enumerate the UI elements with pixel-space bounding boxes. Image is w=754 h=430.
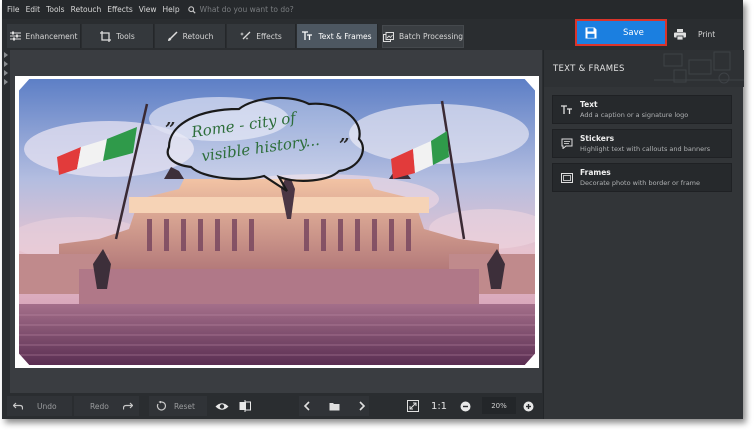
frame-icon — [561, 172, 573, 183]
panel-item-desc: Add a caption or a signature logo — [580, 111, 689, 119]
zoom-out-icon — [460, 401, 470, 411]
fit-screen-icon — [407, 400, 419, 412]
search-box[interactable]: What do you want to do? — [187, 5, 294, 14]
search-icon — [187, 5, 196, 14]
panel-item-frames[interactable]: Frames Decorate photo with border or fra… — [552, 163, 732, 192]
redo-button[interactable]: Redo — [74, 396, 139, 416]
text-icon — [302, 31, 313, 40]
undo-button[interactable]: Undo — [7, 396, 72, 416]
menu-edit[interactable]: Edit — [26, 5, 41, 14]
chevron-right-icon — [4, 70, 8, 76]
tab-retouch-label: Retouch — [182, 31, 214, 41]
chevron-left-icon[interactable] — [303, 401, 311, 411]
left-collapse-strip[interactable] — [2, 50, 10, 393]
tab-retouch[interactable]: Retouch — [155, 24, 226, 48]
save-button[interactable]: Save — [575, 19, 667, 46]
chevron-right-icon[interactable] — [358, 401, 366, 411]
sliders-icon — [9, 31, 21, 41]
panel-item-desc: Highlight text with callouts and banners — [580, 145, 711, 153]
tab-text-frames[interactable]: Text & Frames — [297, 24, 378, 48]
redo-icon — [122, 402, 133, 410]
search-placeholder[interactable]: What do you want to do? — [200, 5, 294, 14]
printer-icon — [674, 29, 686, 40]
undo-icon — [13, 402, 23, 410]
panel-header: TEXT & FRAMES — [544, 50, 744, 87]
brush-icon — [167, 30, 178, 41]
fit-to-screen-button[interactable] — [405, 396, 421, 416]
reset-label: Reset — [174, 401, 195, 411]
panel-item-title: Stickers — [580, 134, 615, 143]
menu-file[interactable]: File — [7, 5, 20, 14]
panel-title: TEXT & FRAMES — [553, 64, 625, 74]
edited-photo[interactable]: ” ” Rome - city of visible history... — [19, 79, 535, 365]
batch-processing-label: Batch Processing — [399, 32, 463, 41]
quote-close: ” — [339, 135, 350, 156]
menu-help[interactable]: Help — [163, 5, 180, 14]
floppy-disk-icon — [585, 27, 597, 38]
tab-tools[interactable]: Tools — [82, 24, 154, 48]
compare-icon — [239, 400, 251, 412]
folder-icon[interactable] — [329, 402, 340, 411]
batch-icon — [383, 31, 394, 42]
file-navigation — [299, 396, 369, 416]
text-icon — [561, 104, 572, 114]
crop-icon — [100, 30, 112, 42]
compare-button[interactable] — [236, 396, 254, 416]
actual-size-button[interactable]: 1:1 — [430, 396, 448, 416]
chevron-right-icon — [4, 52, 8, 58]
tab-effects[interactable]: Effects — [227, 24, 296, 48]
print-button[interactable]: Print — [670, 22, 738, 47]
zoom-out-button[interactable] — [458, 396, 472, 416]
photo-frame: ” ” Rome - city of visible history... — [15, 76, 539, 368]
panel-item-title: Text — [580, 100, 598, 109]
tab-text-frames-label: Text & Frames — [318, 31, 372, 41]
zoom-value-field[interactable]: 20% — [482, 397, 516, 414]
print-label: Print — [698, 30, 716, 39]
zoom-in-icon — [523, 401, 533, 411]
panel-item-text[interactable]: Text Add a caption or a signature logo — [552, 95, 732, 124]
preview-button[interactable] — [213, 396, 231, 416]
batch-processing-button[interactable]: Batch Processing — [382, 25, 464, 48]
bottom-toolbar: Undo Redo Reset 1:1 — [2, 393, 543, 419]
reset-icon — [156, 401, 166, 411]
chevron-right-icon — [4, 79, 8, 85]
panel-item-desc: Decorate photo with border or frame — [580, 179, 701, 187]
tab-enhancement-label: Enhancement — [25, 31, 78, 41]
tab-effects-label: Effects — [256, 31, 282, 41]
tab-tools-label: Tools — [116, 31, 135, 41]
undo-label: Undo — [37, 401, 57, 411]
reset-button[interactable]: Reset — [149, 396, 207, 416]
quote-open: ” — [165, 119, 176, 140]
photo-canvas[interactable]: ” ” Rome - city of visible history... — [10, 50, 542, 393]
menu-effects[interactable]: Effects — [107, 5, 133, 14]
panel-item-stickers[interactable]: Stickers Highlight text with callouts an… — [552, 129, 732, 158]
text-frames-panel: TEXT & FRAMES Text Add a caption or a si… — [543, 50, 744, 419]
sticker-icon — [561, 138, 573, 149]
zoom-in-button[interactable] — [521, 396, 535, 416]
magic-wand-icon — [240, 31, 251, 40]
save-label: Save — [623, 27, 644, 38]
redo-label: Redo — [90, 401, 109, 411]
tab-enhancement[interactable]: Enhancement — [7, 24, 81, 48]
chevron-right-icon — [4, 61, 8, 67]
menu-view[interactable]: View — [139, 5, 157, 14]
menu-bar: File Edit Tools Retouch Effects View Hel… — [2, 0, 743, 19]
eye-icon — [215, 402, 229, 410]
menu-retouch[interactable]: Retouch — [71, 5, 102, 14]
menu-tools[interactable]: Tools — [46, 5, 64, 14]
actual-size-label: 1:1 — [430, 400, 448, 412]
app-window: File Edit Tools Retouch Effects View Hel… — [2, 0, 744, 419]
panel-item-title: Frames — [580, 168, 611, 177]
